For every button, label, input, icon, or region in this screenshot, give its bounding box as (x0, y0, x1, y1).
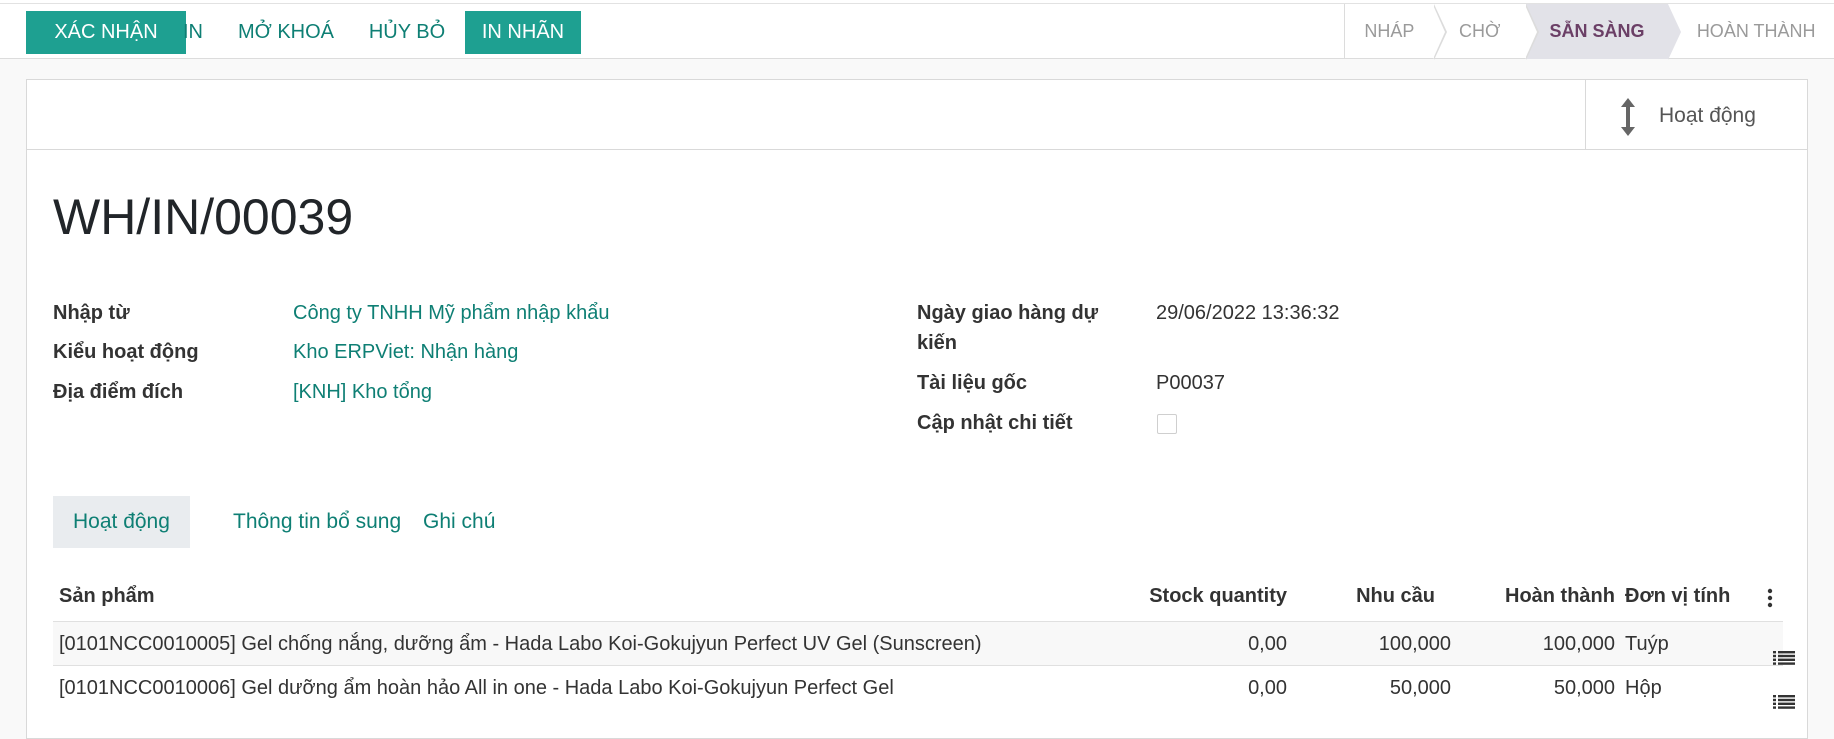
form-sheet: Hoạt động WH/IN/00039 Nhập từ Công ty TN… (26, 79, 1808, 739)
row-stock-quantity: 0,00 (1248, 677, 1287, 699)
row-done: 50,000 (1553, 677, 1615, 699)
update-details-label: Cập nhật chi tiết (917, 412, 1073, 434)
detailed-operations-icon[interactable] (1773, 681, 1795, 709)
cancel-button[interactable]: HỦY BỎ (360, 11, 454, 54)
scheduled-date-label-line1: Ngày giao hàng dự (917, 302, 1099, 324)
print-button[interactable]: IN (172, 11, 214, 54)
tab-notes[interactable]: Ghi chú (403, 496, 515, 548)
vertical-arrows-icon (1620, 98, 1636, 141)
scheduled-date-label-line2: kiến (917, 332, 958, 354)
stage-ready-label: SẴN SÀNG (1549, 21, 1645, 41)
stage-waiting[interactable]: CHỜ (1434, 4, 1539, 60)
row-stock-quantity: 0,00 (1248, 633, 1287, 655)
status-bar: NHÁP CHỜ SẴN SÀNG HOÀN THÀNH (1344, 4, 1834, 60)
row-uom: Tuýp (1625, 633, 1669, 655)
operation-type-label: Kiểu hoạt động (53, 341, 199, 363)
header-demand[interactable]: Nhu cầu (1327, 585, 1435, 608)
table-row[interactable]: [0101NCC0010005] Gel chống nắng, dưỡng ẩ… (53, 621, 1795, 665)
source-document-value[interactable]: P00037 (1156, 372, 1225, 395)
stage-waiting-label: CHỜ (1459, 21, 1501, 41)
partner-link[interactable]: Công ty TNHH Mỹ phẩm nhập khẩu (293, 302, 609, 325)
row-product: [0101NCC0010006] Gel dưỡng ẩm hoàn hảo A… (59, 677, 894, 699)
destination-label: Địa điểm đích (53, 381, 184, 403)
activity-smart-button[interactable]: Hoạt động (1585, 80, 1807, 150)
row-product: [0101NCC0010005] Gel chống nắng, dưỡng ẩ… (59, 633, 982, 655)
print-label-button[interactable]: IN NHÃN (465, 11, 581, 54)
row-uom: Hộp (1625, 677, 1662, 699)
update-details-checkbox[interactable] (1157, 414, 1177, 434)
column-options-icon[interactable] (1767, 588, 1773, 614)
stage-done-label: HOÀN THÀNH (1696, 21, 1816, 41)
header-product[interactable]: Sản phẩm (59, 585, 155, 608)
stage-draft-label: NHÁP (1364, 21, 1415, 41)
source-document-label: Tài liệu gốc (917, 372, 1028, 394)
header-uom[interactable]: Đơn vị tính (1625, 585, 1730, 608)
button-box: Hoạt động (27, 80, 1807, 150)
detailed-operations-icon[interactable] (1773, 637, 1795, 665)
row-done: 100,000 (1542, 633, 1615, 655)
destination-link[interactable]: [KNH] Kho tổng (293, 381, 432, 404)
record-title: WH/IN/00039 (53, 189, 354, 245)
stage-draft[interactable]: NHÁP (1345, 4, 1447, 60)
unlock-button[interactable]: MỞ KHOÁ (234, 11, 338, 54)
activity-smart-button-label: Hoạt động (1659, 104, 1756, 127)
tab-operations[interactable]: Hoạt động (53, 496, 190, 548)
confirm-button[interactable]: XÁC NHẬN (26, 11, 186, 54)
row-demand: 50,000 (1389, 677, 1451, 699)
scheduled-date-value[interactable]: 29/06/2022 13:36:32 (1156, 302, 1340, 325)
header-done[interactable]: Hoàn thành (1467, 585, 1615, 608)
stage-ready[interactable]: SẴN SÀNG (1525, 4, 1682, 60)
header-stock-quantity[interactable]: Stock quantity (1125, 585, 1287, 608)
tab-additional-info[interactable]: Thông tin bổ sung (213, 496, 421, 548)
stage-done[interactable]: HOÀN THÀNH (1668, 4, 1834, 59)
partner-label: Nhập từ (53, 302, 130, 324)
row-demand: 100,000 (1378, 633, 1451, 655)
operation-type-link[interactable]: Kho ERPViet: Nhận hàng (293, 341, 518, 364)
table-row[interactable]: [0101NCC0010006] Gel dưỡng ẩm hoàn hảo A… (53, 665, 1795, 709)
